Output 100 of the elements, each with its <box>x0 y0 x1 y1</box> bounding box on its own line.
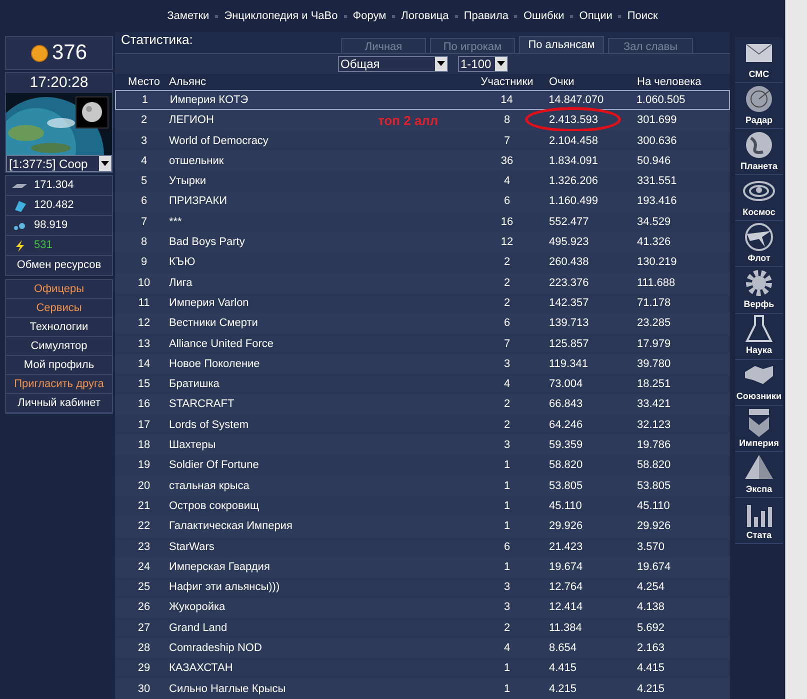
table-cell-text: 23 <box>138 540 150 555</box>
table-cell-text: Шахтеры <box>169 438 216 454</box>
menu-link[interactable]: Сервисы <box>6 299 112 318</box>
gear-icon <box>743 268 775 298</box>
table-row[interactable]: 4 отшельник 36 1.834.091 50.946 <box>115 150 730 172</box>
table-row[interactable]: 14 Новое Поколение 3 119.341 39.780 <box>115 354 730 374</box>
table-cell-text: 45.110 <box>637 498 670 514</box>
table-cell-text: ПРИЗРАКИ <box>169 194 228 210</box>
side-nav-button[interactable]: Союзники <box>735 360 783 406</box>
table-cell-text: Вестники Смерти <box>169 316 258 332</box>
table-cell-text: 19 <box>138 458 150 474</box>
table-cell-text: Имперская Гвардия <box>169 560 270 575</box>
radar-icon <box>743 84 775 114</box>
tab[interactable]: По альянсам <box>519 36 604 53</box>
side-nav-button[interactable]: Экспа <box>735 452 783 498</box>
table-row[interactable]: 20 стальная крыса 1 53.805 53.805 <box>115 476 730 496</box>
nav-link[interactable]: Заметки <box>167 8 210 24</box>
table-cell-text: 4.215 <box>549 682 577 697</box>
table-cell-text: 6 <box>140 194 148 210</box>
table-row[interactable]: 24 Имперская Гвардия 1 19.674 19.674 <box>115 556 730 578</box>
table-cell-text: 1 <box>504 661 510 676</box>
lightning-icon <box>14 240 26 252</box>
dropdown[interactable]: Общая <box>338 56 448 72</box>
side-nav-button[interactable]: Верфь <box>735 267 783 314</box>
table-cell-text: 30 <box>138 682 150 697</box>
table-row[interactable]: 8 Bad Boys Party 12 495.923 41.326 <box>115 232 730 252</box>
table-cell-text: 19.674 <box>637 560 671 575</box>
table-row[interactable]: 16 STARCRAFT 2 66.843 33.421 <box>115 394 730 415</box>
resource-amount: 531 <box>34 238 52 254</box>
table-row[interactable]: 30 Сильно Наглые Крысы 1 4.215 4.215 <box>115 678 730 699</box>
menu-link[interactable]: Мой профиль <box>6 356 112 375</box>
table-cell-text: 3.570 <box>637 540 665 555</box>
table-cell-text: 8 <box>140 235 148 250</box>
table-row[interactable]: 10 Лига 2 223.376 111.688 <box>115 272 730 294</box>
table-cell-text: 12.414 <box>549 600 583 616</box>
nav-link[interactable]: Ошибки <box>523 8 564 24</box>
globe-icon <box>743 130 775 160</box>
side-nav-button[interactable]: Наука <box>735 314 783 360</box>
table-row[interactable]: 28 Comradeship NOD 4 8.654 2.163 <box>115 638 730 658</box>
table-row[interactable]: 18 Шахтеры 3 59.359 19.786 <box>115 435 730 456</box>
table-cell-text: 14.847.070 <box>548 92 604 108</box>
scrollbar[interactable] <box>785 0 807 699</box>
table-cell-text: 71.178 <box>637 296 671 311</box>
table-cell-text: КАЗАХСТАН <box>169 661 233 676</box>
nav-link[interactable]: Логовица <box>401 8 449 24</box>
resource-amount: 171.304 <box>34 178 74 194</box>
table-cell-text: 25 <box>138 580 150 596</box>
table-cell-text: Comradeship NOD <box>169 641 262 656</box>
table-row[interactable]: 12 Вестники Смерти 6 139.713 23.285 <box>115 313 730 334</box>
table-cell-text: 23.285 <box>637 316 671 332</box>
nav-link[interactable]: Правила <box>464 8 508 24</box>
metal-bars-icon <box>12 182 28 190</box>
table-cell-text: STARCRAFT <box>169 397 234 412</box>
table-cell-text: 1 <box>504 458 510 474</box>
table-cell-text: *** <box>169 214 182 230</box>
side-nav-button[interactable]: СМС <box>735 37 783 84</box>
resource-amount: 120.482 <box>34 198 74 214</box>
menu-link[interactable]: Симулятор <box>6 337 112 356</box>
nav-link[interactable]: Форум <box>352 8 386 24</box>
table-cell-text: 59.359 <box>549 438 583 454</box>
side-nav-button[interactable]: Империя <box>735 406 783 452</box>
menu-link[interactable]: Офицеры <box>6 280 112 299</box>
flask-icon <box>743 314 775 344</box>
menu-link[interactable]: Технологии <box>6 318 112 337</box>
side-nav-button[interactable]: Планета <box>735 129 783 176</box>
table-cell-text: 111.688 <box>637 276 676 291</box>
table-row[interactable]: 1 Империя КОТЭ 14 14.847.070 1.060.505 <box>115 90 730 110</box>
table-cell-text: 64.246 <box>549 418 583 433</box>
table-row[interactable]: 26 Жукоройка 3 12.414 4.138 <box>115 598 730 618</box>
side-nav-button[interactable]: Флот <box>735 221 783 268</box>
dropdown[interactable]: 1-100 <box>458 56 508 72</box>
table-cell-text: Нафиг эти альянсы))) <box>169 580 280 596</box>
table-row[interactable]: 22 Галактическая Империя 1 29.926 29.926 <box>115 516 730 537</box>
side-nav-button[interactable]: Космос <box>735 175 783 222</box>
nav-link[interactable]: Энциклопедия и ЧаВо <box>224 8 338 24</box>
table-cell-text: 32.123 <box>637 418 671 433</box>
table-row[interactable]: 2 ЛЕГИОН топ 2 алл 8 2.413.593 301.699 <box>115 110 730 131</box>
nav-link[interactable]: Опции <box>579 8 612 24</box>
table-cell-text: 26 <box>138 600 150 616</box>
droplets-icon <box>13 220 27 230</box>
menu-link[interactable]: Пригласить друга <box>6 375 112 394</box>
table-cell-text: Сильно Наглые Крысы <box>169 682 286 697</box>
exchange-button[interactable]: Обмен ресурсов <box>6 256 112 275</box>
menu-link[interactable]: Личный кабинет <box>6 394 112 413</box>
planet-select[interactable]: [1:377:5] Coop <box>6 155 112 172</box>
table-cell-text: 41.326 <box>637 235 671 250</box>
table-cell-text: 2 <box>504 418 510 433</box>
column-header: Очки <box>548 74 576 90</box>
table-cell-text: КЪЮ <box>169 255 196 270</box>
table-cell-text: Soldier Of Fortune <box>169 458 259 474</box>
table-cell-text: 1.326.206 <box>549 174 598 190</box>
side-nav-button[interactable]: Стата <box>735 498 783 544</box>
nav-link[interactable]: Поиск <box>627 8 658 24</box>
table-cell-text: 18.251 <box>637 377 671 392</box>
table-cell-text: 21.423 <box>549 540 583 555</box>
table-cell-text: 3 <box>504 600 510 616</box>
table-cell-text: 1 <box>504 498 510 514</box>
side-nav-button[interactable]: Радар <box>735 83 783 130</box>
table-row[interactable]: 6 ПРИЗРАКИ 6 1.160.499 193.416 <box>115 192 730 212</box>
table-cell-text: 4 <box>504 174 510 190</box>
